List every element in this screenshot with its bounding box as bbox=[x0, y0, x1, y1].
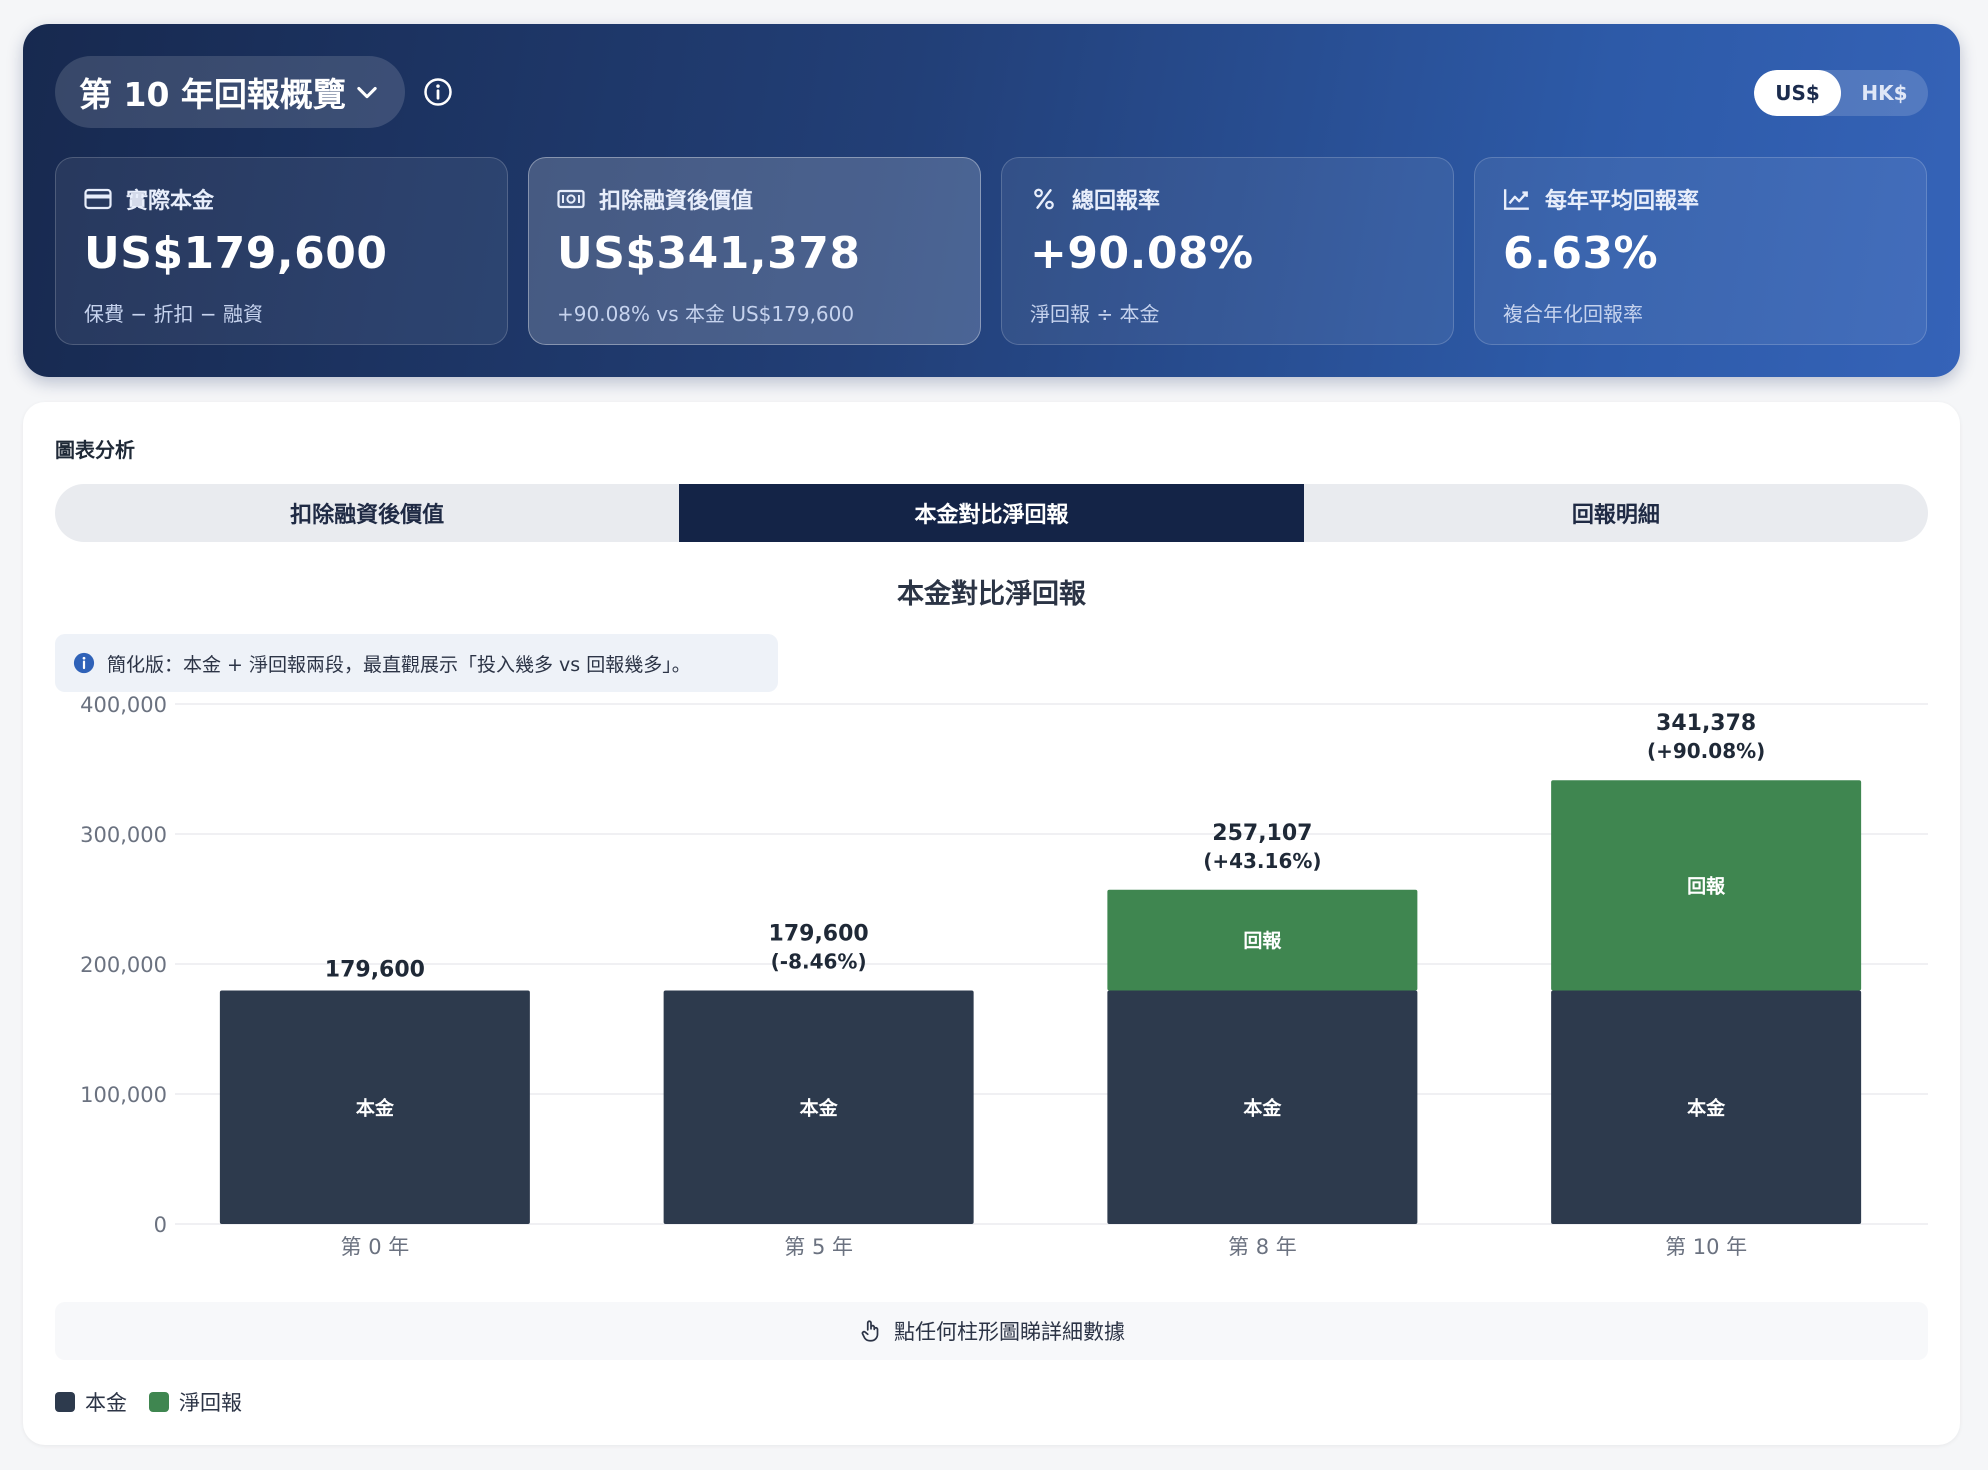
chart-title: 本金對比淨回報 bbox=[897, 579, 1086, 610]
x-tick-label: 第 5 年 bbox=[784, 1235, 853, 1259]
stat-label: 實際本金 bbox=[126, 189, 215, 214]
currency-hkd-button[interactable]: HK$ bbox=[1841, 70, 1928, 116]
tab-principal-vs-return[interactable]: 本金對比淨回報 bbox=[679, 484, 1304, 542]
trend-icon bbox=[1503, 189, 1529, 210]
stat-value: US$341,378 bbox=[557, 228, 861, 279]
currency-usd-button[interactable]: US$ bbox=[1754, 70, 1841, 116]
percent-icon bbox=[1034, 188, 1054, 210]
stat-value: US$179,600 bbox=[84, 228, 388, 279]
bar-total-label: 179,600 bbox=[769, 922, 869, 947]
tab-return-detail[interactable]: 回報明細 bbox=[1304, 484, 1928, 542]
tap-hint: 點任何柱形圖睇詳細數據 bbox=[55, 1302, 1928, 1360]
info-note: 簡化版：本金 + 淨回報兩段，最直觀展示「投入幾多 vs 回報幾多」。 bbox=[55, 634, 778, 692]
stat-label: 扣除融資後價值 bbox=[599, 189, 754, 214]
stat-label: 每年平均回報率 bbox=[1545, 189, 1700, 214]
y-tick-label: 0 bbox=[154, 1213, 167, 1237]
legend-item-net-return[interactable]: 淨回報 bbox=[149, 1387, 242, 1417]
stat-card-principal: 實際本金 US$179,600 保費 − 折扣 − 融資 bbox=[55, 157, 508, 345]
stacked-bar-chart: 0 100,000 200,000 300,000 400,000 本金 179,600 第 … bbox=[80, 693, 1928, 1259]
x-tick-label: 第 10 年 bbox=[1665, 1235, 1747, 1259]
info-note-text: 簡化版：本金 + 淨回報兩段，最直觀展示「投入幾多 vs 回報幾多」。 bbox=[107, 653, 691, 676]
stat-cards: 實際本金 US$179,600 保費 − 折扣 − 融資 扣除融資後價值 US$… bbox=[55, 157, 1928, 345]
stat-sub: 淨回報 ÷ 本金 bbox=[1030, 302, 1160, 326]
legend-swatch bbox=[55, 1392, 75, 1412]
pointer-hand-icon bbox=[861, 1320, 879, 1342]
bar-segment-label: 本金 bbox=[1687, 1096, 1726, 1119]
info-icon bbox=[73, 652, 95, 674]
card-icon bbox=[84, 188, 112, 210]
x-tick-label: 第 8 年 bbox=[1228, 1235, 1297, 1259]
stat-sub: 保費 − 折扣 − 融資 bbox=[84, 302, 263, 326]
stat-card-annual-return: 每年平均回報率 6.63% 複合年化回報率 bbox=[1474, 157, 1927, 345]
bar-total-label: 341,378 bbox=[1656, 711, 1756, 736]
bar-segment-label: 回報 bbox=[1243, 929, 1282, 952]
currency-toggle: US$ HK$ bbox=[1754, 70, 1928, 116]
page: 第 10 年回報概覽 US$ HK$ 實際本金 US$179,600 保費 − … bbox=[0, 0, 1988, 1470]
stat-sub: 複合年化回報率 bbox=[1503, 302, 1643, 326]
tab-net-value[interactable]: 扣除融資後價值 bbox=[55, 484, 679, 542]
y-tick-label: 100,000 bbox=[80, 1083, 167, 1107]
chart-tabs: 扣除融資後價值 本金對比淨回報 回報明細 bbox=[55, 484, 1928, 542]
bar-segment-label: 本金 bbox=[800, 1096, 839, 1119]
legend-label: 本金 bbox=[85, 1391, 127, 1415]
chart-legend: 本金 淨回報 bbox=[55, 1387, 264, 1417]
stat-value: 6.63% bbox=[1503, 228, 1659, 279]
year-selector[interactable]: 第 10 年回報概覽 bbox=[55, 56, 405, 128]
year-selector-label: 第 10 年回報概覽 bbox=[79, 75, 346, 114]
x-tick-label: 第 0 年 bbox=[341, 1235, 410, 1259]
chart-panel: 圖表分析 扣除融資後價值 本金對比淨回報 回報明細 本金對比淨回報 簡化版：本金… bbox=[23, 402, 1960, 1445]
bar-segment-label: 本金 bbox=[1243, 1096, 1282, 1119]
bar-pct-label: (+90.08%) bbox=[1647, 739, 1765, 763]
stat-label: 總回報率 bbox=[1072, 189, 1161, 214]
y-tick-label: 300,000 bbox=[80, 823, 167, 847]
overview-header: 第 10 年回報概覽 US$ HK$ 實際本金 US$179,600 保費 − … bbox=[23, 24, 1960, 377]
legend-item-principal[interactable]: 本金 bbox=[55, 1387, 127, 1417]
tap-hint-text: 點任何柱形圖睇詳細數據 bbox=[894, 1320, 1125, 1344]
legend-swatch bbox=[149, 1392, 169, 1412]
stat-sub: +90.08% vs 本金 US$179,600 bbox=[557, 302, 855, 326]
legend-label: 淨回報 bbox=[179, 1391, 242, 1415]
bar-segment-label: 回報 bbox=[1687, 874, 1726, 897]
bar-total-label: 257,107 bbox=[1212, 821, 1312, 846]
bar-total-label: 179,600 bbox=[325, 958, 425, 983]
stat-card-net-value: 扣除融資後價值 US$341,378 +90.08% vs 本金 US$179,… bbox=[528, 157, 981, 345]
chevron-down-icon bbox=[357, 86, 377, 99]
bar-pct-label: (-8.46%) bbox=[771, 950, 867, 974]
panel-title: 圖表分析 bbox=[55, 438, 135, 462]
info-icon[interactable] bbox=[423, 77, 453, 107]
stat-card-total-return: 總回報率 +90.08% 淨回報 ÷ 本金 bbox=[1001, 157, 1454, 345]
stat-value: +90.08% bbox=[1030, 228, 1254, 279]
y-tick-label: 200,000 bbox=[80, 953, 167, 977]
bar-segment-label: 本金 bbox=[356, 1096, 395, 1119]
bar-pct-label: (+43.16%) bbox=[1203, 849, 1321, 873]
cash-icon bbox=[557, 189, 585, 209]
y-tick-label: 400,000 bbox=[80, 693, 167, 717]
